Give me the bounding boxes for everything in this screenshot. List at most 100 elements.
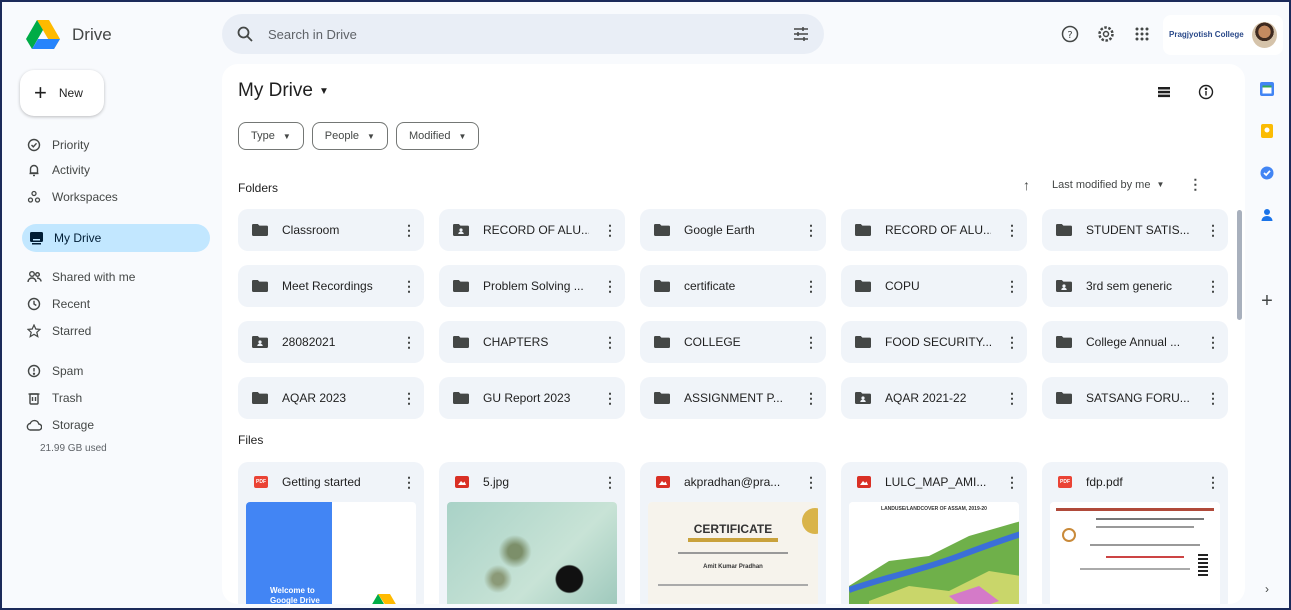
file-item[interactable]: PDF fdp.pdf ⋮ [1042,462,1228,604]
folder-item[interactable]: 3rd sem generic ⋮ [1042,265,1228,307]
more-options-icon[interactable]: ⋮ [1206,222,1220,239]
apps-grid-icon[interactable] [1130,22,1154,46]
sidebar-item-spam[interactable]: Spam [20,358,208,384]
account-switcher[interactable]: Pragjyotish College [1163,15,1283,55]
folder-item[interactable]: SATSANG FORU... ⋮ [1042,377,1228,419]
shared-people-icon [26,269,42,285]
folder-item[interactable]: RECORD OF ALU... ⋮ [439,209,625,251]
folder-item[interactable]: FOOD SECURITY... ⋮ [841,321,1027,363]
folder-item[interactable]: 28082021 ⋮ [238,321,424,363]
more-options-icon[interactable]: ⋮ [603,334,617,351]
folder-name: Meet Recordings [282,279,373,293]
folder-item[interactable]: Meet Recordings ⋮ [238,265,424,307]
sidebar-item-my-drive[interactable]: My Drive [22,224,210,252]
more-options-icon[interactable]: ⋮ [603,474,617,491]
list-view-icon[interactable] [1154,82,1174,102]
folder-icon [252,392,268,404]
folder-item[interactable]: Google Earth ⋮ [640,209,826,251]
folder-item[interactable]: AQAR 2021-22 ⋮ [841,377,1027,419]
page-title[interactable]: My Drive ▼ [238,80,329,102]
contacts-icon[interactable] [1258,206,1276,224]
folder-item[interactable]: Classroom ⋮ [238,209,424,251]
help-icon[interactable]: ? [1058,22,1082,46]
file-item[interactable]: PDF Getting started ⋮ Welcome to Google Dri… [238,462,424,604]
scrollbar[interactable] [1237,210,1242,320]
more-options-icon[interactable]: ⋮ [1206,474,1220,491]
more-options-icon[interactable]: ⋮ [603,390,617,407]
more-options-icon[interactable]: ⋮ [402,222,416,239]
search-input[interactable]: Search in Drive [268,27,792,42]
sidebar-item-priority[interactable]: Priority [20,132,208,158]
folder-name: AQAR 2023 [282,391,347,405]
folder-item[interactable]: ASSIGNMENT P... ⋮ [640,377,826,419]
file-item[interactable]: LULC_MAP_AMI... ⋮ LANDUSE/LANDCOVER OF ASS… [841,462,1027,604]
folder-item[interactable]: GU Report 2023 ⋮ [439,377,625,419]
folder-item[interactable]: Problem Solving ... ⋮ [439,265,625,307]
new-button[interactable]: + New [20,70,104,116]
sort-control[interactable]: ↑ Last modified by me ▼ ⋮ [1023,176,1202,193]
chevron-right-icon[interactable]: › [1258,580,1276,598]
folder-item[interactable]: RECORD OF ALU... ⋮ [841,209,1027,251]
more-options-icon[interactable]: ⋮ [1005,334,1019,351]
more-options-icon[interactable]: ⋮ [603,222,617,239]
shared-folder-icon [252,336,268,348]
more-options-icon[interactable]: ⋮ [1005,390,1019,407]
drive-logo[interactable]: Drive [26,20,112,50]
sidebar-item-workspaces[interactable]: Workspaces [20,184,208,210]
calendar-icon[interactable] [1258,80,1276,98]
more-options-icon[interactable]: ⋮ [804,474,818,491]
settings-gear-icon[interactable] [1094,22,1118,46]
keep-icon[interactable] [1258,122,1276,140]
file-name: Getting started [282,475,361,489]
file-item[interactable]: 5.jpg ⋮ [439,462,625,604]
sidebar-item-recent[interactable]: Recent [20,291,208,317]
more-options-icon[interactable]: ⋮ [804,278,818,295]
search-options-icon[interactable] [792,25,810,43]
filter-type-chip[interactable]: Type ▼ [238,122,304,150]
sidebar-item-activity[interactable]: Activity [20,157,208,183]
sidebar-item-storage[interactable]: Storage [20,412,208,438]
more-options-icon[interactable]: ⋮ [1206,278,1220,295]
folder-item[interactable]: certificate ⋮ [640,265,826,307]
file-item[interactable]: akpradhan@pra... ⋮ CERTIFICATE Amit Kumar P… [640,462,826,604]
more-options-icon[interactable]: ⋮ [402,334,416,351]
search-icon[interactable] [236,25,254,43]
sidebar-item-shared-with-me[interactable]: Shared with me [20,264,208,290]
sidebar-item-trash[interactable]: Trash [20,385,208,411]
filter-modified-chip[interactable]: Modified ▼ [395,122,480,150]
more-options-icon[interactable]: ⋮ [603,278,617,295]
folder-item[interactable]: COLLEGE ⋮ [640,321,826,363]
sidebar-item-starred[interactable]: Starred [20,318,208,344]
sort-label[interactable]: Last modified by me [1052,179,1150,191]
more-options-icon[interactable]: ⋮ [1005,474,1019,491]
folder-item[interactable]: STUDENT SATIS... ⋮ [1042,209,1228,251]
sidebar-item-label: Workspaces [52,190,118,204]
more-options-icon[interactable]: ⋮ [402,278,416,295]
folder-item[interactable]: CHAPTERS ⋮ [439,321,625,363]
sort-direction-arrow-icon[interactable]: ↑ [1023,177,1030,193]
more-options-icon[interactable]: ⋮ [1005,278,1019,295]
tasks-icon[interactable] [1258,164,1276,182]
chevron-down-icon: ▼ [282,131,291,141]
thumb-title: LANDUSE/LANDCOVER OF ASSAM, 2019-20 [881,506,987,512]
more-options-icon[interactable]: ⋮ [402,390,416,407]
more-options-icon[interactable]: ⋮ [804,222,818,239]
avatar[interactable] [1251,22,1277,48]
drive-logo-icon [26,20,60,49]
add-addon-icon[interactable]: + [1258,290,1276,312]
info-icon[interactable] [1196,82,1216,102]
folder-item[interactable]: College Annual ... ⋮ [1042,321,1228,363]
more-options-icon[interactable]: ⋮ [804,334,818,351]
filter-people-chip[interactable]: People ▼ [311,122,388,150]
folder-item[interactable]: COPU ⋮ [841,265,1027,307]
more-options-icon[interactable]: ⋮ [804,390,818,407]
search-bar[interactable]: Search in Drive [222,14,824,54]
more-options-icon[interactable]: ⋮ [1005,222,1019,239]
more-options-icon[interactable]: ⋮ [1188,176,1202,193]
thumb-caption: Welcome to Google Drive [270,586,320,604]
more-options-icon[interactable]: ⋮ [1206,334,1220,351]
folder-name: Problem Solving ... [483,279,584,293]
more-options-icon[interactable]: ⋮ [402,474,416,491]
folder-item[interactable]: AQAR 2023 ⋮ [238,377,424,419]
more-options-icon[interactable]: ⋮ [1206,390,1220,407]
